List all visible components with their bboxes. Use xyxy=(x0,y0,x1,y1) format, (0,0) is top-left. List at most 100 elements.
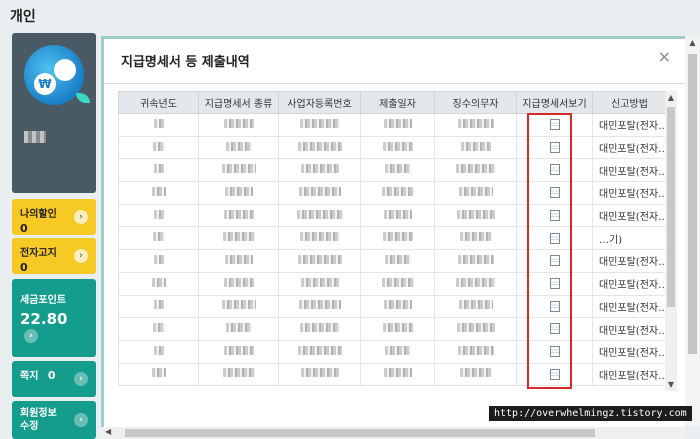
deduction-count: 0 xyxy=(20,222,28,235)
redacted-cell xyxy=(434,203,517,228)
redacted-cell xyxy=(434,226,517,251)
messages-button[interactable]: 쪽지 0 › xyxy=(12,361,96,397)
document-icon[interactable] xyxy=(549,345,560,357)
scroll-thumb[interactable] xyxy=(688,54,697,354)
redacted-cell xyxy=(434,317,517,341)
column-header[interactable]: 사업자등록번호 xyxy=(278,91,361,114)
table-row: 대민포탈(전자… xyxy=(118,135,667,160)
close-button[interactable]: × xyxy=(658,47,671,66)
document-icon[interactable] xyxy=(549,141,560,153)
page-scrollbar[interactable]: ▲ xyxy=(685,36,700,426)
redacted-cell xyxy=(360,113,435,137)
scroll-thumb[interactable] xyxy=(125,429,595,437)
redacted-cell xyxy=(360,317,435,341)
document-icon[interactable] xyxy=(549,232,560,244)
document-icon[interactable] xyxy=(549,119,560,131)
messages-count: 0 xyxy=(47,369,56,382)
view-statement-cell[interactable] xyxy=(516,226,593,251)
redacted-cell xyxy=(360,135,435,160)
redacted-cell xyxy=(118,271,199,296)
scroll-left-icon[interactable]: ◀ xyxy=(105,427,111,436)
tax-points-value: 22.80 xyxy=(20,310,68,328)
e-notice-button[interactable]: 전자고지 0 › xyxy=(12,238,96,274)
report-method-cell: 대민포탈(전자… xyxy=(592,294,667,319)
column-header[interactable]: 제출일자 xyxy=(360,91,435,114)
redacted-cell xyxy=(278,181,361,205)
view-statement-cell[interactable] xyxy=(516,271,593,296)
document-icon[interactable] xyxy=(549,187,560,199)
e-notice-count: 0 xyxy=(20,261,28,274)
report-method-cell: 대민포탈(전자… xyxy=(592,113,667,137)
redacted-cell xyxy=(118,135,199,160)
view-statement-cell[interactable] xyxy=(516,113,593,137)
view-statement-cell[interactable] xyxy=(516,249,593,273)
table-row: 대민포탈(전자… xyxy=(118,317,667,341)
table-row: 대민포탈(전자… xyxy=(118,113,667,137)
redacted-cell xyxy=(360,339,435,364)
redacted-cell xyxy=(360,362,435,387)
table-row: 대민포탈(전자… xyxy=(118,158,667,183)
member-info-button[interactable]: 회원정보 수정 › xyxy=(12,401,96,439)
view-statement-cell[interactable] xyxy=(516,294,593,319)
column-header[interactable]: 지급명세서 종류 xyxy=(198,91,279,114)
document-icon[interactable] xyxy=(549,368,560,380)
messages-label: 쪽지 xyxy=(20,371,39,382)
redacted-cell xyxy=(434,158,517,183)
column-header[interactable]: 귀속년도 xyxy=(118,91,199,114)
scroll-up-icon[interactable]: ▲ xyxy=(685,38,700,47)
tax-points-button[interactable]: 세금포인트 22.80 › xyxy=(12,279,96,357)
table-row: 대민포탈(전자… xyxy=(118,249,667,273)
redacted-cell xyxy=(278,158,361,183)
won-coin-icon: ₩ xyxy=(34,73,56,95)
redacted-cell xyxy=(278,271,361,296)
table-row: …기) xyxy=(118,226,667,251)
deduction-button[interactable]: 나의할인 0 › xyxy=(12,199,96,235)
redacted-cell xyxy=(434,339,517,364)
scroll-up-icon[interactable]: ▲ xyxy=(665,93,677,102)
scroll-thumb[interactable] xyxy=(667,107,675,307)
report-method-cell: 대민포탈(전자… xyxy=(592,135,667,160)
redacted-cell xyxy=(434,113,517,137)
redacted-cell xyxy=(118,249,199,273)
column-header[interactable]: 신고방법 xyxy=(592,91,667,114)
tax-points-label: 세금포인트 xyxy=(20,295,66,306)
redacted-cell xyxy=(198,294,279,319)
document-icon[interactable] xyxy=(549,164,560,176)
scroll-down-icon[interactable]: ▼ xyxy=(665,380,677,389)
table-scrollbar[interactable]: ▲ ▼ xyxy=(665,91,677,391)
redacted-cell xyxy=(198,271,279,296)
view-statement-cell[interactable] xyxy=(516,181,593,205)
view-statement-cell[interactable] xyxy=(516,339,593,364)
user-name-blurred xyxy=(24,131,46,143)
redacted-cell xyxy=(360,249,435,273)
horizontal-scrollbar[interactable]: ◀ xyxy=(101,427,685,439)
view-statement-cell[interactable] xyxy=(516,362,593,387)
redacted-cell xyxy=(434,249,517,273)
chevron-right-icon: › xyxy=(74,413,88,427)
chevron-right-icon: › xyxy=(74,210,88,224)
document-icon[interactable] xyxy=(549,300,560,312)
redacted-cell xyxy=(434,362,517,387)
document-icon[interactable] xyxy=(549,277,560,289)
redacted-cell xyxy=(118,203,199,228)
table-row: 대민포탈(전자… xyxy=(118,294,667,319)
redacted-cell xyxy=(360,158,435,183)
document-icon[interactable] xyxy=(549,255,560,267)
view-statement-cell[interactable] xyxy=(516,317,593,341)
redacted-cell xyxy=(434,294,517,319)
redacted-cell xyxy=(118,362,199,387)
view-statement-cell[interactable] xyxy=(516,135,593,160)
report-method-cell: 대민포탈(전자… xyxy=(592,362,667,387)
chevron-right-icon: › xyxy=(24,329,38,343)
report-method-cell: 대민포탈(전자… xyxy=(592,158,667,183)
redacted-cell xyxy=(198,158,279,183)
redacted-cell xyxy=(360,271,435,296)
column-header[interactable]: 지급명세서보기 xyxy=(516,91,593,114)
column-header[interactable]: 징수의무자 xyxy=(434,91,517,114)
view-statement-cell[interactable] xyxy=(516,158,593,183)
redacted-cell xyxy=(118,294,199,319)
document-icon[interactable] xyxy=(549,209,560,221)
document-icon[interactable] xyxy=(549,323,560,335)
view-statement-cell[interactable] xyxy=(516,203,593,228)
redacted-cell xyxy=(118,317,199,341)
